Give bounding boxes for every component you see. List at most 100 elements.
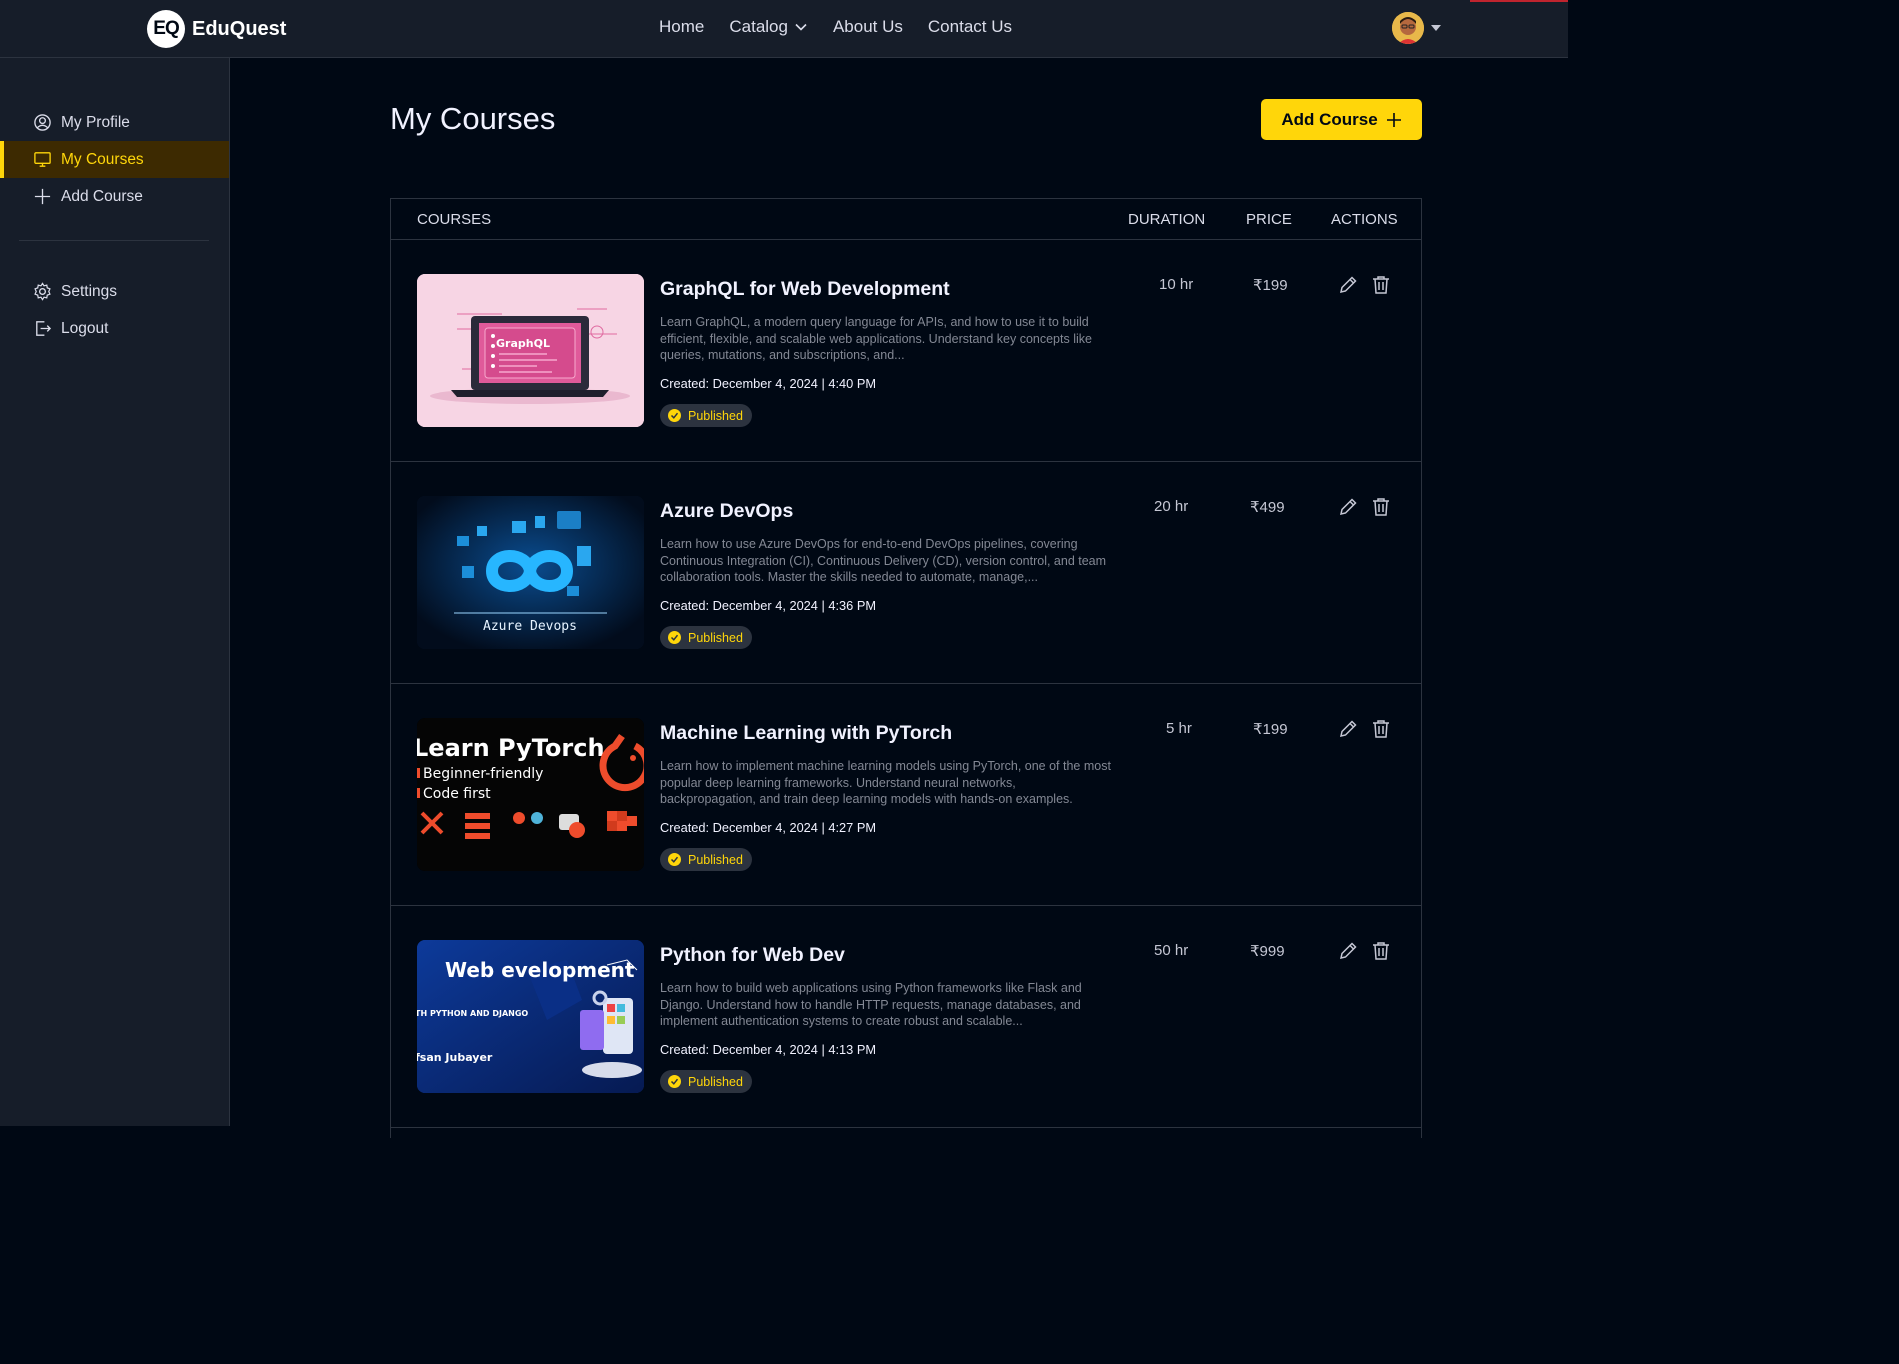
- trash-icon[interactable]: [1370, 940, 1392, 962]
- course-price: ₹499: [1250, 499, 1285, 516]
- edit-icon[interactable]: [1337, 940, 1359, 962]
- sidebar-item-logout[interactable]: Logout: [0, 310, 229, 347]
- thumbnail-text: Web evelopment: [445, 958, 635, 982]
- course-duration: 10 hr: [1159, 276, 1194, 293]
- header-actions: Actions: [1331, 211, 1398, 228]
- caret-down-icon: [1431, 25, 1441, 31]
- edit-icon[interactable]: [1337, 274, 1359, 296]
- sidebar-item-my-courses[interactable]: My Courses: [0, 141, 229, 178]
- sidebar-item-label: Add Course: [61, 187, 143, 205]
- edit-icon[interactable]: [1337, 496, 1359, 518]
- status-label: Published: [688, 408, 743, 423]
- course-created-date: Created: December 4, 2024 | 4:36 PM: [660, 598, 877, 613]
- sidebar: My Profile My Courses Add Course Setting…: [0, 58, 230, 1126]
- edit-icon[interactable]: [1337, 718, 1359, 740]
- course-description: Learn how to build web applications usin…: [660, 981, 1082, 1028]
- course-description: Learn how to use Azure DevOps for end-to…: [660, 537, 1107, 584]
- nav-about[interactable]: About Us: [833, 17, 903, 37]
- course-duration: 20 hr: [1154, 498, 1189, 515]
- profile-dropdown[interactable]: [1392, 12, 1442, 44]
- course-description: Learn how to implement machine learning …: [660, 759, 1111, 806]
- sidebar-item-label: Settings: [61, 282, 118, 300]
- nav-home-label: Home: [659, 17, 705, 36]
- trash-icon[interactable]: [1370, 496, 1392, 518]
- table-header: Courses Duration Price Actions: [391, 199, 1421, 240]
- thumbnail-line: Beginner-friendly: [423, 766, 543, 782]
- table-row: Web evelopment TH PYTHON AND DJANGO fsan…: [391, 906, 1421, 1128]
- course-thumbnail[interactable]: GraphQL: [417, 274, 644, 427]
- course-title[interactable]: Azure DevOps: [660, 500, 793, 523]
- main-nav: Home Catalog About Us Contact Us: [659, 17, 1012, 37]
- course-created-date: Created: December 4, 2024 | 4:40 PM: [660, 376, 877, 391]
- gear-icon: [34, 282, 51, 301]
- sidebar-item-add-course[interactable]: Add Course: [0, 178, 229, 215]
- nav-about-label: About Us: [832, 17, 903, 36]
- nav-contact-label: Contact Us: [927, 17, 1012, 36]
- courses-table: Courses Duration Price Actions GraphQL G…: [390, 198, 1422, 1138]
- status-label: Published: [688, 630, 743, 645]
- status-badge: Published: [660, 848, 752, 871]
- nav-contact[interactable]: Contact Us: [928, 17, 1012, 37]
- sidebar-item-my-profile[interactable]: My Profile: [0, 104, 229, 141]
- monitor-icon: [34, 152, 51, 167]
- course-title[interactable]: Machine Learning with PyTorch: [660, 722, 952, 745]
- logout-icon: [36, 321, 52, 336]
- chevron-down-icon: [795, 23, 807, 31]
- course-thumbnail[interactable]: Web evelopment TH PYTHON AND DJANGO fsan…: [417, 940, 644, 1093]
- thumbnail-line: TH PYTHON AND DJANGO: [417, 1009, 528, 1018]
- status-badge: Published: [660, 404, 752, 427]
- sidebar-item-label: My Courses: [61, 150, 144, 168]
- course-description: Learn GraphQL, a modern query language f…: [660, 315, 1092, 362]
- brand-logo[interactable]: EQ EduQuest: [147, 10, 286, 48]
- trash-icon[interactable]: [1370, 274, 1392, 296]
- check-circle-icon: [668, 1075, 681, 1088]
- thumbnail-text: GraphQL: [496, 337, 550, 350]
- avatar: [1392, 12, 1424, 44]
- course-thumbnail[interactable]: Azure Devops: [417, 496, 644, 649]
- sidebar-item-settings[interactable]: Settings: [0, 273, 229, 310]
- course-created-date: Created: December 4, 2024 | 4:27 PM: [660, 820, 877, 835]
- nav-catalog-label: Catalog: [729, 17, 788, 36]
- status-label: Published: [688, 1074, 743, 1089]
- thumbnail-line: fsan Jubayer: [417, 1051, 493, 1064]
- table-row: Learn PyTorch Beginner-friendly Code fir…: [391, 684, 1421, 906]
- add-course-button[interactable]: Add Course: [1261, 99, 1422, 140]
- trash-icon[interactable]: [1370, 718, 1392, 740]
- brand-name: EduQuest: [192, 17, 287, 40]
- header-courses: Courses: [417, 211, 492, 228]
- status-badge: Published: [660, 1070, 752, 1093]
- plus-icon: [1386, 112, 1401, 127]
- table-row: GraphQL GraphQL for Web Development Lear…: [391, 240, 1421, 462]
- check-circle-icon: [668, 409, 681, 422]
- thumbnail-text: Azure Devops: [483, 619, 577, 634]
- course-thumbnail[interactable]: Learn PyTorch Beginner-friendly Code fir…: [417, 718, 644, 871]
- sidebar-item-label: Logout: [61, 319, 109, 337]
- sidebar-divider: [19, 240, 209, 241]
- top-accent-line: [1470, 0, 1568, 2]
- course-title[interactable]: Python for Web Dev: [660, 944, 845, 967]
- check-circle-icon: [668, 853, 681, 866]
- top-navbar: EQ EduQuest Home Catalog About Us Contac…: [0, 0, 1568, 58]
- table-row: Azure Devops Azure DevOps Learn how to u…: [391, 462, 1421, 684]
- course-created-date: Created: December 4, 2024 | 4:13 PM: [660, 1042, 877, 1057]
- thumbnail-line: Code first: [423, 786, 491, 802]
- course-duration: 5 hr: [1166, 720, 1192, 737]
- course-price: ₹199: [1253, 721, 1288, 738]
- status-label: Published: [688, 852, 743, 867]
- status-badge: Published: [660, 626, 752, 649]
- nav-home[interactable]: Home: [659, 17, 704, 37]
- page-title: My Courses: [390, 101, 556, 136]
- plus-icon: [34, 188, 51, 205]
- check-circle-icon: [668, 631, 681, 644]
- logo-badge: EQ: [147, 10, 185, 48]
- course-duration: 50 hr: [1154, 942, 1189, 959]
- user-circle-icon: [34, 114, 51, 131]
- nav-catalog[interactable]: Catalog: [729, 17, 808, 37]
- sidebar-item-label: My Profile: [61, 113, 130, 131]
- header-duration: Duration: [1128, 211, 1206, 228]
- course-price: ₹199: [1253, 277, 1288, 294]
- header-price: Price: [1246, 211, 1292, 228]
- thumbnail-text: Learn PyTorch: [417, 734, 605, 762]
- course-title[interactable]: GraphQL for Web Development: [660, 278, 950, 301]
- course-price: ₹999: [1250, 943, 1285, 960]
